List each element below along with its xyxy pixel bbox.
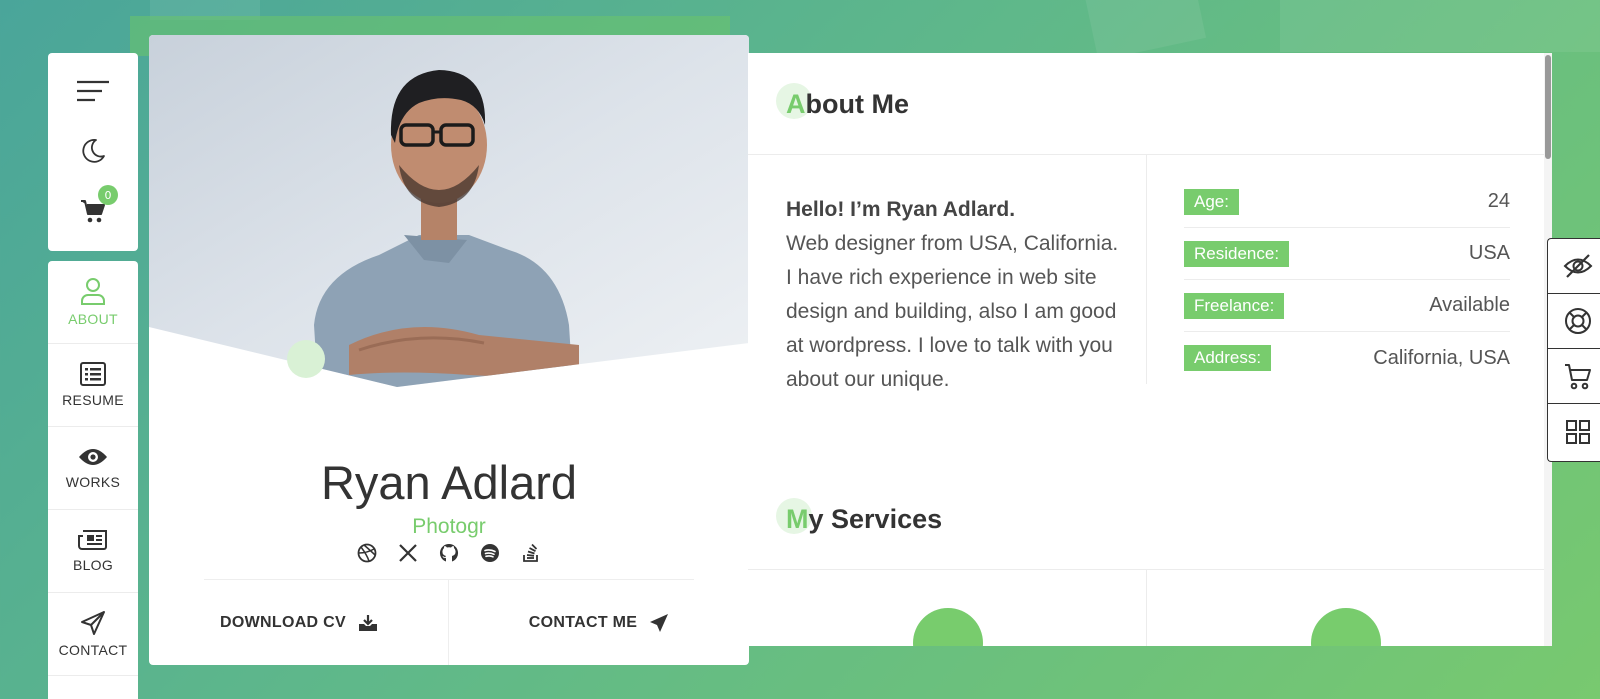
newspaper-icon [78, 530, 107, 550]
info-row-address: Address: California, USA [1184, 332, 1510, 384]
info-row-freelance: Freelance: Available [1184, 280, 1510, 332]
background-shape [1280, 0, 1600, 52]
profile-role: Photogr [412, 515, 486, 538]
nav-item-works[interactable]: WORKS [48, 427, 138, 510]
download-cv-label: DOWNLOAD CV [220, 613, 346, 631]
nav-label: WORKS [65, 474, 121, 490]
github-link[interactable] [436, 540, 462, 566]
spotify-icon [481, 544, 499, 562]
divider [748, 154, 1552, 155]
cart-button[interactable]: 0 [48, 185, 138, 227]
main-nav: ABOUT RESUME WORKS BLOG CONTACT [48, 261, 138, 699]
service-icon-circle [1311, 608, 1381, 646]
dock-cart-button[interactable] [1548, 349, 1600, 404]
toolbar-card: 0 [48, 53, 138, 251]
service-icon-circle [913, 608, 983, 646]
support-button[interactable] [1548, 294, 1600, 349]
divider [1146, 569, 1147, 646]
paper-plane-icon [650, 613, 669, 632]
background-shape [1083, 0, 1207, 61]
divider [1146, 154, 1147, 384]
right-dock [1547, 238, 1600, 462]
dribbble-link[interactable] [354, 540, 380, 566]
info-key: Age: [1184, 188, 1239, 215]
grid-icon [1566, 419, 1590, 444]
contact-me-label: CONTACT ME [528, 613, 638, 631]
about-greeting: Hello! I’m Ryan Adlard. [786, 198, 1016, 221]
nav-item-contact[interactable]: CONTACT [48, 593, 138, 676]
menu-icon [77, 80, 109, 102]
cart-count-badge: 0 [98, 185, 118, 205]
nav-label: CONTACT [58, 642, 128, 658]
moon-icon [82, 139, 105, 163]
lifebuoy-icon [1565, 308, 1591, 334]
nav-item-resume[interactable]: RESUME [48, 344, 138, 427]
info-value: USA [1468, 242, 1510, 264]
services-title: My Services [776, 498, 942, 535]
nav-label: BLOG [72, 557, 114, 573]
nav-item-blog[interactable]: BLOG [48, 510, 138, 593]
download-cv-button[interactable]: DOWNLOAD CV [149, 580, 449, 665]
info-row-residence: Residence: USA [1184, 228, 1510, 280]
nav-item-about[interactable]: ABOUT [48, 261, 138, 344]
stackoverflow-link[interactable] [518, 540, 544, 566]
info-value: California, USA [1373, 346, 1510, 369]
eye-icon [79, 449, 107, 465]
info-value: 24 [1487, 190, 1510, 212]
profile-card: Ryan Adlard Photogr DOWNLOAD CV CONTACT … [149, 35, 749, 665]
list-icon [80, 362, 106, 386]
user-icon [81, 278, 105, 305]
profile-name: Ryan Adlard [320, 456, 578, 509]
x-link[interactable] [395, 540, 421, 566]
dark-mode-toggle[interactable] [48, 135, 138, 167]
social-links [149, 540, 749, 566]
menu-button[interactable] [48, 75, 138, 107]
nav-label: ABOUT [68, 311, 118, 327]
nav-label: RESUME [62, 392, 124, 408]
about-bio: Hello! I’m Ryan Adlard. Web designer fro… [786, 193, 1126, 397]
cart-icon [1565, 364, 1591, 390]
content-panel: About Me Hello! I’m Ryan Adlard. Web des… [748, 53, 1552, 646]
info-row-age: Age: 24 [1184, 176, 1510, 228]
eye-slash-icon [1563, 254, 1593, 278]
profile-photo [149, 35, 749, 387]
demos-button[interactable] [1548, 404, 1600, 459]
download-icon [358, 614, 377, 631]
scrollbar-thumb[interactable] [1545, 55, 1551, 159]
spotify-link[interactable] [477, 540, 503, 566]
divider [748, 569, 1552, 570]
info-value: Available [1429, 294, 1510, 316]
github-icon [439, 543, 459, 562]
stackoverflow-icon [523, 543, 538, 562]
info-key: Residence: [1184, 240, 1290, 267]
x-icon [399, 544, 417, 562]
info-key: Freelance: [1184, 292, 1285, 319]
about-bio-text: Web designer from USA, California. I hav… [786, 232, 1119, 391]
hide-panel-button[interactable] [1548, 239, 1600, 294]
info-key: Address: [1184, 345, 1272, 371]
dribbble-icon [357, 543, 377, 563]
contact-me-button[interactable]: CONTACT ME [449, 580, 749, 665]
about-title: About Me [776, 83, 909, 120]
paper-plane-icon [81, 611, 105, 635]
